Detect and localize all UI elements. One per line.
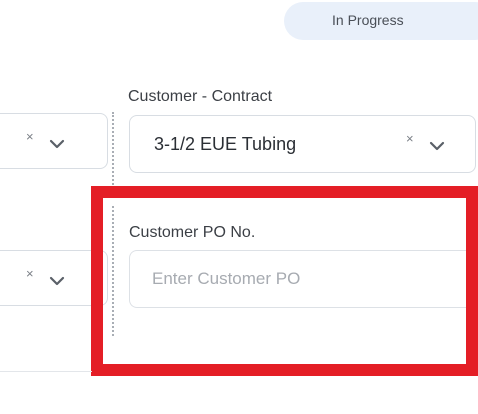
clear-icon[interactable]: ×	[26, 267, 34, 280]
column-separator	[112, 112, 114, 192]
form-section: In Progress × × Customer - Contract 3-1/…	[0, 0, 478, 414]
customer-po-label: Customer PO No.	[129, 224, 256, 241]
column-separator	[112, 206, 114, 336]
customer-po-input[interactable]	[129, 250, 469, 308]
status-badge: In Progress	[284, 2, 478, 40]
chevron-down-icon[interactable]	[48, 275, 66, 287]
chevron-down-icon[interactable]	[428, 140, 446, 152]
left-select-2[interactable]: ×	[0, 250, 108, 306]
divider	[0, 371, 92, 372]
left-select-1[interactable]: ×	[0, 113, 108, 169]
clear-icon[interactable]: ×	[26, 130, 34, 143]
clear-icon[interactable]: ×	[406, 132, 414, 145]
chevron-down-icon[interactable]	[48, 138, 66, 150]
contract-label: Customer - Contract	[128, 88, 273, 105]
contract-select[interactable]: 3-1/2 EUE Tubing ×	[129, 115, 476, 173]
status-label: In Progress	[332, 12, 404, 28]
contract-value: 3-1/2 EUE Tubing	[154, 134, 297, 154]
